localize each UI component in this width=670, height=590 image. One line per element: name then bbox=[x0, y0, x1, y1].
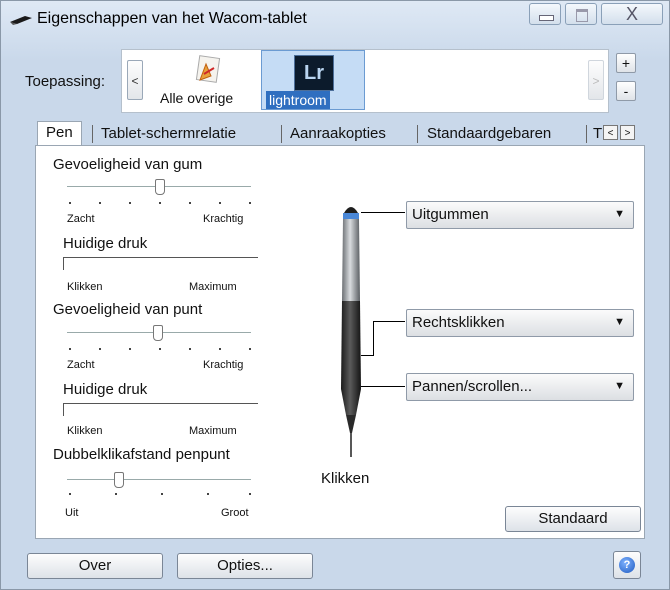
double-click-distance-min-label: Uit bbox=[65, 507, 79, 519]
tip-pressure-max-label: Maximum bbox=[189, 425, 237, 437]
chevron-down-icon: ▼ bbox=[614, 208, 625, 220]
lower-side-button-dropdown[interactable]: Pannen/scrollen... ▼ bbox=[406, 373, 634, 401]
all-applications-icon bbox=[195, 55, 221, 83]
eraser-pressure-meter bbox=[63, 257, 258, 270]
tab-separator bbox=[281, 125, 282, 143]
help-button[interactable]: ? bbox=[613, 551, 641, 579]
upper-button-leader-line bbox=[373, 321, 405, 322]
tab-truncated[interactable]: T bbox=[593, 123, 602, 145]
eraser-feel-ticks bbox=[69, 202, 253, 206]
tip-feel-min-label: Zacht bbox=[67, 359, 95, 371]
default-button[interactable]: Standaard bbox=[505, 506, 641, 532]
eraser-feel-slider[interactable] bbox=[155, 179, 165, 195]
lower-button-leader-line bbox=[361, 386, 405, 387]
remove-application-button[interactable]: - bbox=[616, 81, 636, 101]
tab-separator bbox=[586, 125, 587, 143]
application-label: Toepassing: bbox=[25, 73, 106, 90]
application-list: < Alle overige Lr lightroom > bbox=[121, 49, 609, 113]
eraser-feel-max-label: Krachtig bbox=[203, 213, 244, 225]
double-click-distance-ticks bbox=[69, 493, 253, 497]
tab-touch-options[interactable]: Aanraakopties bbox=[290, 123, 386, 145]
minimize-button[interactable] bbox=[529, 3, 561, 25]
tip-feel-slider[interactable] bbox=[153, 325, 163, 341]
eraser-pressure-max-label: Maximum bbox=[189, 281, 237, 293]
tip-pressure-label: Huidige druk bbox=[63, 381, 148, 398]
tip-feel-max-label: Krachtig bbox=[203, 359, 244, 371]
tab-separator bbox=[417, 125, 418, 143]
upper-side-button-value: Rechtsklikken bbox=[412, 314, 505, 331]
eraser-feel-min-label: Zacht bbox=[67, 213, 95, 225]
tab-prev-button[interactable]: < bbox=[603, 125, 618, 140]
maximize-button[interactable] bbox=[565, 3, 597, 25]
double-click-distance-slider[interactable] bbox=[114, 472, 124, 488]
about-button[interactable]: Over bbox=[27, 553, 163, 579]
tip-feel-label: Gevoeligheid van punt bbox=[53, 301, 203, 318]
upper-side-button-dropdown[interactable]: Rechtsklikken ▼ bbox=[406, 309, 634, 337]
window-title: Eigenschappen van het Wacom-tablet bbox=[37, 10, 307, 27]
eraser-feel-label: Gevoeligheid van gum bbox=[53, 156, 203, 173]
tip-pressure-min-label: Klikken bbox=[67, 425, 103, 437]
close-button[interactable]: X bbox=[601, 3, 663, 25]
application-scroll-right-button[interactable]: > bbox=[588, 60, 604, 100]
options-button[interactable]: Opties... bbox=[177, 553, 313, 579]
wacom-properties-window: Eigenschappen van het Wacom-tablet X Toe… bbox=[0, 0, 670, 590]
upper-button-leader-vertical bbox=[373, 321, 374, 355]
tab-tablet-screen-mapping[interactable]: Tablet-schermrelatie bbox=[101, 123, 236, 145]
pen-illustration bbox=[341, 207, 361, 457]
help-icon: ? bbox=[619, 557, 635, 573]
tab-separator bbox=[92, 125, 93, 143]
eraser-function-value: Uitgummen bbox=[412, 206, 489, 223]
application-item-label: Alle overige bbox=[160, 90, 234, 106]
tip-pressure-meter bbox=[63, 403, 258, 416]
tip-feel-ticks bbox=[69, 348, 253, 352]
tab-pen[interactable]: Pen bbox=[37, 121, 82, 148]
lower-side-button-value: Pannen/scrollen... bbox=[412, 378, 533, 395]
pen-tip-function-label: Klikken bbox=[321, 470, 370, 487]
double-click-distance-label: Dubbelklikafstand penpunt bbox=[53, 446, 230, 463]
eraser-pressure-min-label: Klikken bbox=[67, 281, 103, 293]
chevron-down-icon: ▼ bbox=[614, 380, 625, 392]
lightroom-icon: Lr bbox=[294, 55, 334, 91]
tab-next-button[interactable]: > bbox=[620, 125, 635, 140]
eraser-leader-line bbox=[361, 212, 405, 213]
application-item-label: lightroom bbox=[266, 91, 330, 109]
close-icon: X bbox=[625, 4, 638, 24]
application-scroll-left-button[interactable]: < bbox=[127, 60, 143, 100]
tab-standard-gestures[interactable]: Standaardgebaren bbox=[427, 123, 551, 145]
eraser-function-dropdown[interactable]: Uitgummen ▼ bbox=[406, 201, 634, 229]
upper-button-leader-stub bbox=[361, 355, 374, 356]
tab-strip: Pen Tablet-schermrelatie Aanraakopties S… bbox=[35, 121, 643, 148]
double-click-distance-max-label: Groot bbox=[221, 507, 249, 519]
chevron-down-icon: ▼ bbox=[614, 316, 625, 328]
pen-icon bbox=[10, 16, 32, 25]
double-click-distance-track bbox=[67, 479, 251, 480]
eraser-pressure-label: Huidige druk bbox=[63, 235, 148, 252]
application-item-lightroom[interactable]: Lr lightroom bbox=[261, 50, 365, 110]
title-bar[interactable]: Eigenschappen van het Wacom-tablet X bbox=[1, 1, 669, 37]
application-item-all-other[interactable]: Alle overige bbox=[158, 50, 250, 110]
application-row: Toepassing: < Alle overige Lr lightroom … bbox=[1, 41, 669, 117]
add-application-button[interactable]: + bbox=[616, 53, 636, 73]
